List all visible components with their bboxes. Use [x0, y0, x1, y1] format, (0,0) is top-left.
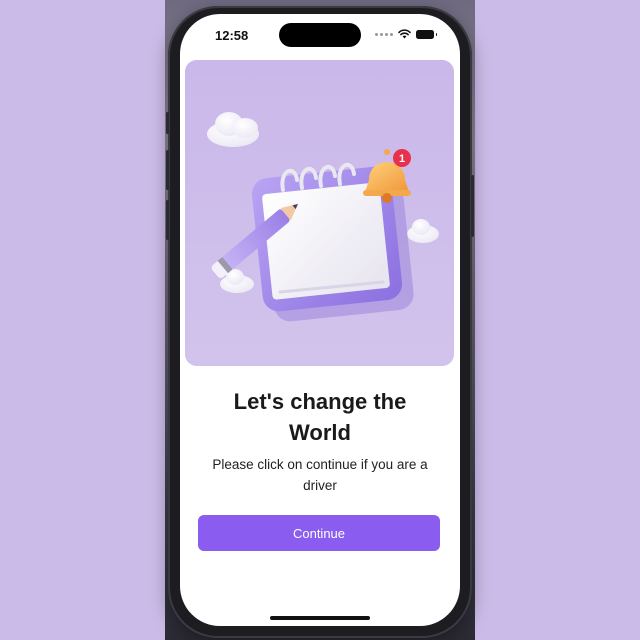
scene: 12:58 1 Let's change the World Please cl… [0, 0, 640, 640]
action-button [166, 112, 169, 134]
notepad-illustration: 1 [185, 60, 454, 366]
status-bar: 12:58 [180, 14, 460, 58]
battery-icon [416, 29, 437, 39]
page-title: Let's change the World [233, 389, 407, 445]
status-time: 12:58 [215, 28, 249, 43]
signal-dots-icon [375, 32, 393, 36]
phone-screen: 12:58 1 Let's change the World Please cl… [180, 14, 460, 626]
power-button [471, 175, 474, 237]
status-icons [375, 29, 437, 39]
volume-up-button [166, 150, 169, 190]
notification-count: 1 [399, 153, 405, 165]
home-indicator[interactable] [270, 616, 370, 620]
dynamic-island [279, 23, 361, 47]
page-subtitle: Please click on continue if you are a dr… [212, 457, 428, 493]
volume-down-button [166, 200, 169, 240]
continue-button[interactable]: Continue [198, 515, 440, 551]
wifi-icon [398, 29, 411, 39]
hero-illustration: 1 [185, 60, 454, 366]
